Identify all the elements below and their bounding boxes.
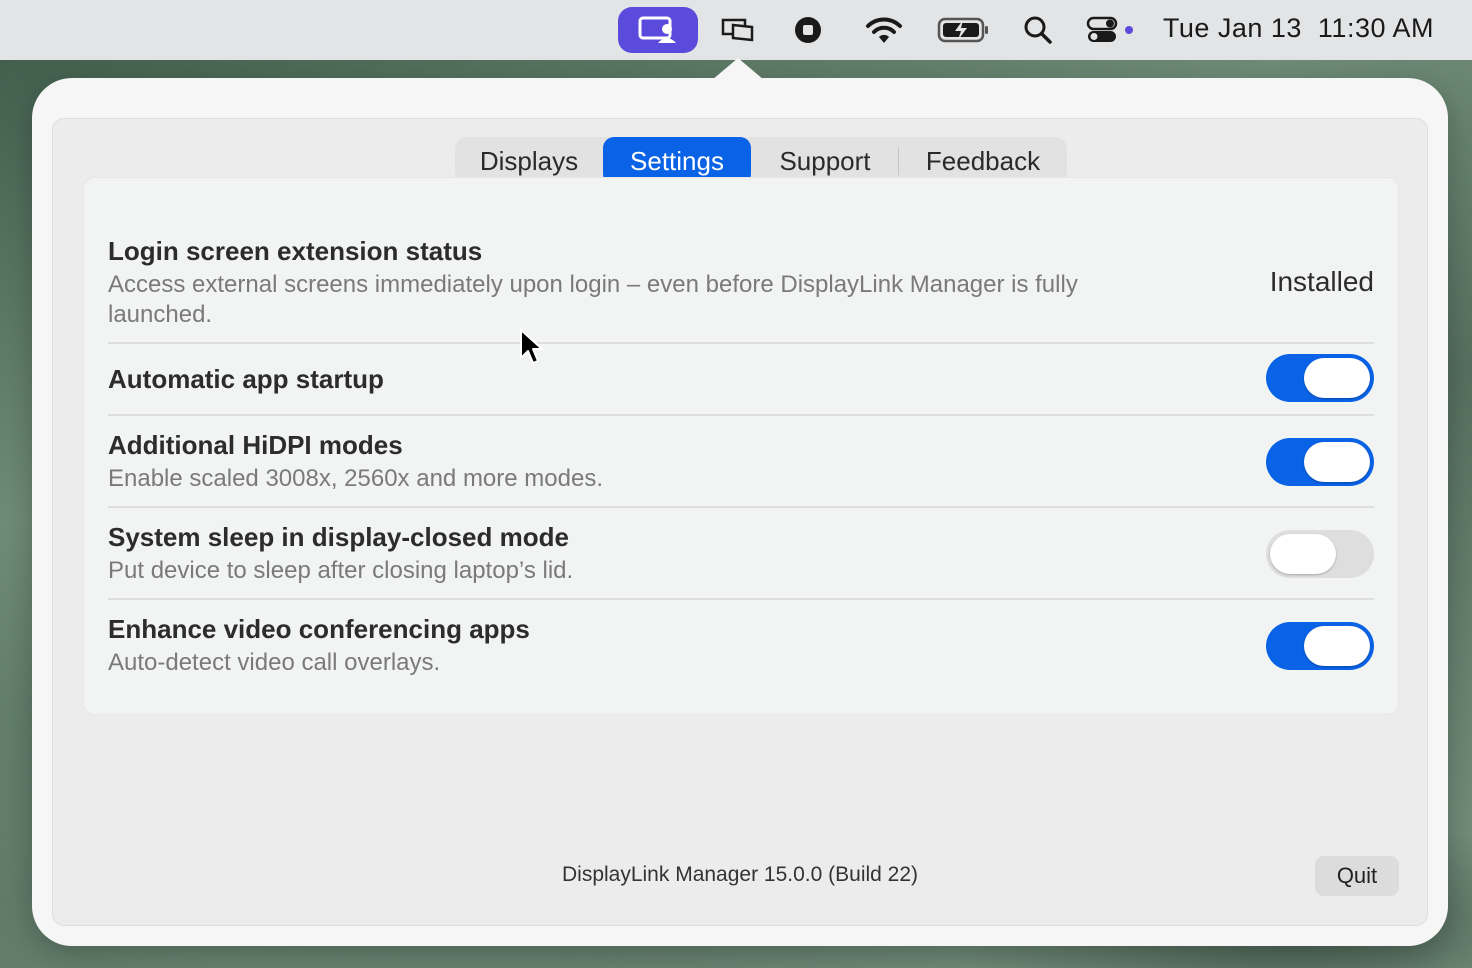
extension-status-value: Installed (1269, 266, 1374, 297)
system-sleep-toggle[interactable] (1266, 530, 1374, 578)
version-label: DisplayLink Manager 15.0.0 (Build 22) (561, 863, 919, 886)
setting-description: Put device to sleep after closing laptop… (108, 557, 574, 584)
clock-time: 11:30 AM (1317, 13, 1434, 43)
displaylink-popover: Displays Settings Support Feedback Login… (32, 78, 1448, 946)
menu-bar: Tue Jan 13 11:30 AM (0, 0, 1472, 60)
wifi-icon[interactable] (864, 10, 904, 50)
setting-title: Additional HiDPI modes (108, 430, 403, 460)
displaylink-icon[interactable] (618, 7, 698, 53)
setting-title: Enhance video conferencing apps (108, 614, 530, 644)
mouse-cursor-icon (520, 329, 543, 364)
setting-title: System sleep in display-closed mode (108, 522, 569, 552)
popover-arrow (712, 58, 764, 80)
setting-row-video-conferencing: Enhance video conferencing apps Auto-det… (108, 600, 1374, 690)
popover-content: Displays Settings Support Feedback Login… (52, 118, 1428, 926)
screens-icon[interactable] (718, 10, 758, 50)
setting-description: Auto-detect video call overlays. (108, 649, 441, 676)
hidpi-toggle[interactable] (1266, 438, 1374, 486)
setting-row-app-startup: Automatic app startup (108, 342, 1374, 416)
toggle-knob (1304, 358, 1370, 398)
stop-record-icon[interactable] (790, 10, 826, 50)
setting-row-hidpi: Additional HiDPI modes Enable scaled 300… (108, 416, 1374, 508)
settings-card: Login screen extension status Access ext… (83, 177, 1399, 715)
search-icon[interactable] (1020, 10, 1056, 50)
video-conferencing-toggle[interactable] (1266, 622, 1374, 670)
setting-row-login-extension: Login screen extension status Access ext… (108, 178, 1374, 344)
control-center-icon[interactable] (1084, 10, 1140, 50)
setting-title: Login screen extension status (108, 236, 483, 266)
menu-bar-clock[interactable]: Tue Jan 13 11:30 AM (1163, 13, 1434, 44)
setting-title: Automatic app startup (108, 364, 384, 394)
setting-row-system-sleep: System sleep in display-closed mode Put … (108, 508, 1374, 600)
battery-charging-icon[interactable] (936, 10, 992, 50)
setting-description: Enable scaled 3008x, 2560x and more mode… (108, 465, 603, 492)
app-startup-toggle[interactable] (1266, 354, 1374, 402)
toggle-knob (1270, 534, 1336, 574)
clock-date: Tue Jan 13 (1162, 13, 1302, 43)
quit-button[interactable]: Quit (1315, 856, 1399, 896)
setting-description: Access external screens immediately upon… (108, 271, 1078, 328)
toggle-knob (1304, 442, 1370, 482)
toggle-knob (1304, 626, 1370, 666)
